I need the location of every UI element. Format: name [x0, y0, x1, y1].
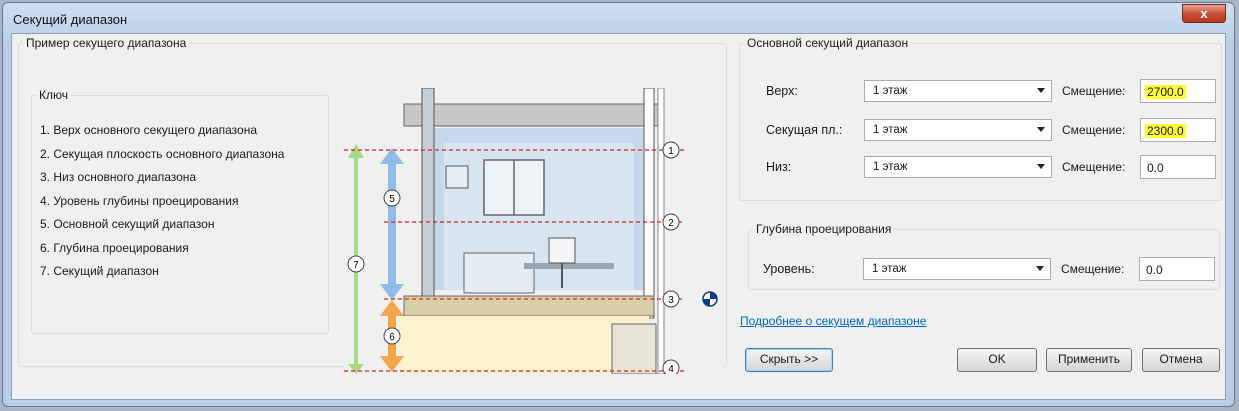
- right-wall: [643, 88, 655, 319]
- close-button[interactable]: x: [1182, 4, 1226, 23]
- key-item: 2. Секущая плоскость основного диапазона: [40, 146, 285, 161]
- cut-plane-level-select[interactable]: 1 этаж: [864, 119, 1052, 141]
- view-depth-offset-label: Смещение:: [1061, 262, 1125, 276]
- bottom-level-value: 1 этаж: [873, 161, 908, 173]
- bottom-offset-field[interactable]: 0.0: [1140, 155, 1216, 179]
- dialog-title: Секущий диапазон: [13, 12, 128, 27]
- cut-plane-label: Секущая пл.:: [766, 123, 843, 137]
- hide-button[interactable]: Скрыть >>: [745, 348, 833, 372]
- key-group-legend: Ключ: [39, 88, 68, 102]
- view-depth-level-label: Уровень:: [763, 262, 815, 276]
- key-item: 5. Основной секущий диапазон: [40, 217, 215, 231]
- marker-6-text: 6: [389, 332, 395, 343]
- chevron-down-icon: [1036, 266, 1044, 271]
- marker-5-text: 5: [389, 194, 395, 205]
- marker-2-text: 2: [668, 218, 674, 229]
- chevron-down-icon: [1037, 164, 1045, 169]
- key-item: 3. Низ основного диапазона: [40, 170, 197, 184]
- view-range-illustration: 7 5 6 1 2 3 4: [344, 88, 724, 374]
- view-depth-legend: Глубина проецирования: [756, 222, 892, 236]
- marker-7-text: 7: [353, 260, 359, 271]
- cut-plane-offset-label: Смещение:: [1062, 123, 1126, 137]
- chevron-down-icon: [1037, 88, 1045, 93]
- primary-range-legend: Основной секущий диапазон: [747, 36, 909, 50]
- top-level-value: 1 этаж: [873, 85, 908, 97]
- top-level-select[interactable]: 1 этаж: [864, 80, 1052, 102]
- primary-range-group: Основной секущий диапазон Верх: 1 этаж С…: [739, 36, 1222, 201]
- example-group: Пример секущего диапазона Ключ 1. Верх о…: [18, 36, 727, 374]
- bottom-label: Низ:: [766, 160, 792, 174]
- bottom-offset-value: 0.0: [1147, 161, 1164, 175]
- marker-4-text: 4: [668, 364, 674, 374]
- cancel-button[interactable]: Отмена: [1142, 348, 1220, 372]
- right-wall-outer: [657, 88, 665, 374]
- cut-plane-level-value: 1 этаж: [873, 124, 908, 136]
- cut-plane-offset-value: 2300.0: [1145, 124, 1186, 138]
- title-bar[interactable]: Секущий диапазон x: [3, 3, 1234, 33]
- view-range-dialog: Секущий диапазон x Пример секущего диапа…: [2, 2, 1235, 407]
- foundation: [611, 323, 657, 374]
- view-depth-offset-field[interactable]: 0.0: [1139, 257, 1215, 281]
- chevron-down-icon: [1037, 127, 1045, 132]
- apply-button[interactable]: Применить: [1046, 348, 1132, 372]
- top-label: Верх:: [766, 84, 798, 98]
- marker-3-text: 3: [668, 295, 674, 306]
- view-depth-offset-value: 0.0: [1146, 263, 1163, 277]
- key-item: 6. Глубина проецирования: [40, 240, 189, 255]
- ceiling-slab: [403, 103, 665, 127]
- primary-range-arrow-5: [388, 158, 396, 288]
- marker-1-text: 1: [668, 146, 674, 157]
- example-group-legend: Пример секущего диапазона: [26, 36, 187, 50]
- close-icon: x: [1200, 6, 1208, 21]
- chair-back: [548, 237, 576, 264]
- key-group: Ключ 1. Верх основного секущего диапазон…: [31, 88, 329, 334]
- cabinet: [463, 252, 535, 294]
- learn-more-link[interactable]: Подробнее о секущем диапазоне: [740, 314, 926, 328]
- key-item: 4. Уровень глубины проецирования: [40, 193, 239, 208]
- desk: [524, 263, 614, 269]
- cut-plane-offset-field[interactable]: 2300.0: [1140, 118, 1216, 142]
- key-item: 1. Верх основного секущего диапазона: [40, 123, 258, 137]
- top-offset-value: 2700.0: [1145, 85, 1186, 99]
- key-item: 7. Секущий диапазон: [40, 264, 159, 278]
- view-depth-level-value: 1 этаж: [872, 263, 907, 275]
- bottom-level-select[interactable]: 1 этаж: [864, 156, 1052, 178]
- top-offset-field[interactable]: 2700.0: [1140, 79, 1216, 103]
- ok-button[interactable]: OK: [957, 348, 1037, 372]
- view-depth-group: Глубина проецирования Уровень: 1 этаж См…: [748, 222, 1220, 290]
- bottom-offset-label: Смещение:: [1062, 160, 1126, 174]
- top-offset-label: Смещение:: [1062, 84, 1126, 98]
- left-wall: [421, 88, 435, 299]
- view-depth-level-select[interactable]: 1 этаж: [863, 258, 1051, 280]
- wall-panel: [445, 165, 469, 189]
- dialog-body: Пример секущего диапазона Ключ 1. Верх о…: [11, 33, 1226, 400]
